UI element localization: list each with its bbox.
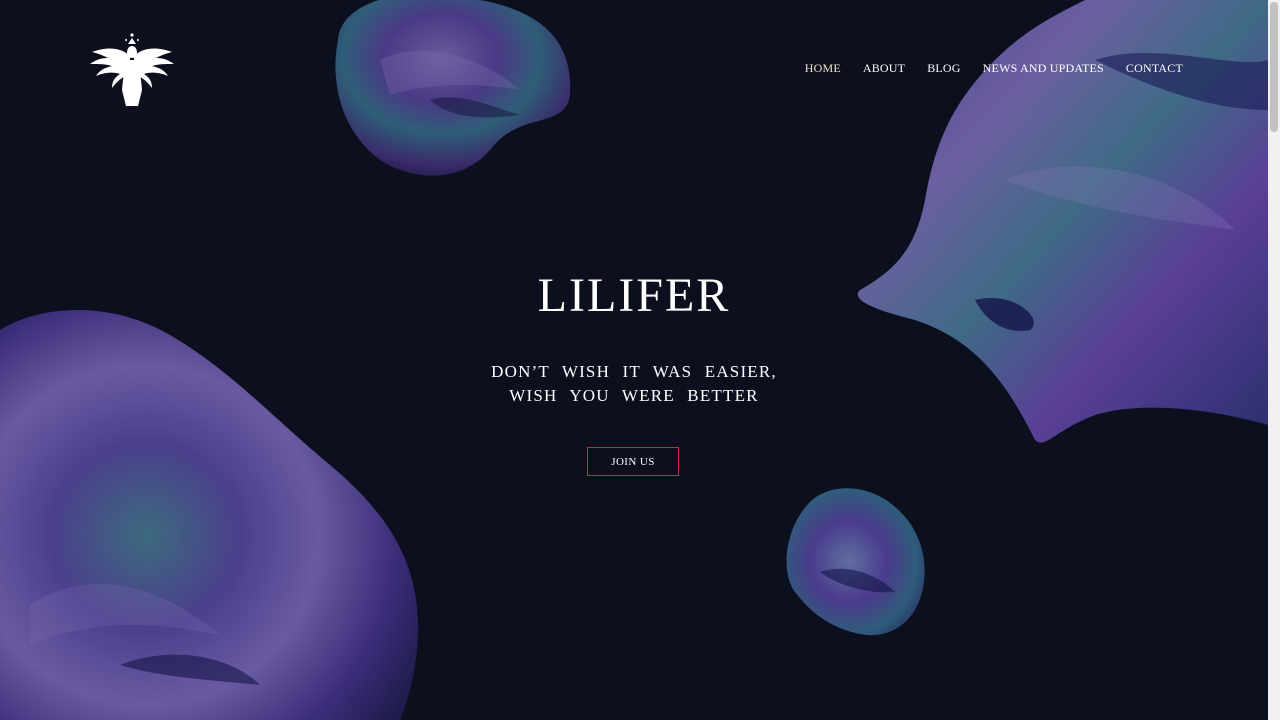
nav-item-news-and-updates[interactable]: NEWS AND UPDATES [983,61,1104,76]
hero-subtitle-line-2: WISH YOU WERE BETTER [509,386,759,405]
hero-subtitle-line-1: DON’T WISH IT WAS EASIER, [491,362,777,381]
page-scrollbar[interactable] [1268,0,1280,720]
hero-subtitle: DON’T WISH IT WAS EASIER, WISH YOU WERE … [0,360,1268,408]
iridescent-blob-small [780,482,930,640]
winged-figure-logo-icon [90,33,174,106]
nav-item-contact[interactable]: CONTACT [1126,61,1183,76]
join-us-button[interactable]: JOIN US [587,447,679,476]
landing-page: HOME ABOUT BLOG NEWS AND UPDATES CONTACT… [0,0,1268,720]
iridescent-blob-top [320,0,580,185]
nav-item-about[interactable]: ABOUT [863,61,905,76]
scrollbar-thumb[interactable] [1270,2,1278,132]
nav-item-home[interactable]: HOME [805,61,841,76]
nav-item-blog[interactable]: BLOG [927,61,960,76]
hero-title: LILIFER [537,269,731,322]
main-nav: HOME ABOUT BLOG NEWS AND UPDATES CONTACT [805,61,1183,76]
site-logo[interactable] [88,30,176,110]
